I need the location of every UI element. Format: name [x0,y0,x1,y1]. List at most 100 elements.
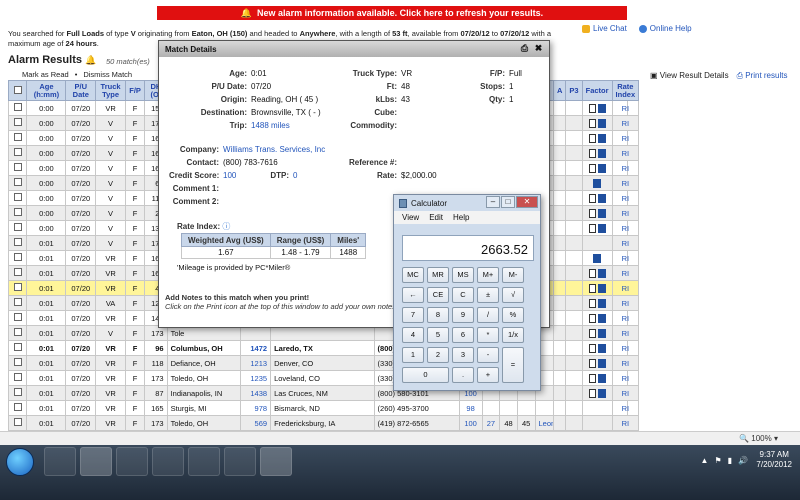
company-link[interactable]: Williams Trans. Services, Inc [223,145,325,154]
document-icon[interactable] [588,148,596,158]
row-checkbox[interactable] [13,178,22,186]
trip-link[interactable]: 1488 miles [251,121,290,130]
rate-index-link[interactable]: RI [611,325,640,341]
calc-key[interactable]: + [477,367,499,383]
mark-read-link[interactable]: Mark as Read [22,70,69,79]
rate-index-link[interactable]: RI [611,250,640,266]
truck-header[interactable]: Truck Type [95,80,126,101]
start-button[interactable] [6,448,34,476]
calc-key[interactable]: 7 [402,307,424,323]
pu-header[interactable]: P/U Date [65,80,97,101]
user-icon[interactable] [597,133,606,143]
row-checkbox[interactable] [13,283,22,291]
document-icon[interactable] [588,208,596,218]
calc-key[interactable]: / [477,307,499,323]
document-icon[interactable] [588,118,596,128]
dismiss-match-link[interactable]: Dismiss Match [83,70,132,79]
row-checkbox[interactable] [13,148,22,156]
chrome-icon[interactable] [116,447,148,476]
print-results-link[interactable]: ⎙ Print results [737,71,788,81]
signal-icon[interactable]: ▮ [728,456,732,465]
rate-index-link[interactable]: RI [611,100,640,116]
online-help-link[interactable]: Online Help [638,24,692,33]
info-icon[interactable]: ⓘ [222,222,230,231]
internet-explorer-icon[interactable] [80,447,112,476]
row-checkbox[interactable] [13,163,22,171]
row-checkbox[interactable] [13,103,22,111]
document-icon[interactable] [588,343,596,353]
maximize-icon[interactable]: □ [501,196,515,208]
user-icon[interactable] [597,148,606,158]
document-icon[interactable] [588,328,596,338]
rate-index-link[interactable]: RI [611,295,640,311]
rate-index-link[interactable]: RI [611,370,640,386]
user-icon[interactable] [597,388,606,398]
row-checkbox[interactable] [13,268,22,276]
document-icon[interactable] [588,298,596,308]
rate-index-link[interactable]: RI [611,115,640,131]
calc-key[interactable]: 2 [427,347,449,363]
user-icon[interactable] [597,328,606,338]
document-icon[interactable] [588,388,596,398]
calc-key[interactable]: M- [502,267,524,283]
calc-key[interactable]: 9 [452,307,474,323]
rate-index-link[interactable]: RI [611,145,640,161]
row-checkbox[interactable] [13,358,22,366]
document-icon[interactable] [588,373,596,383]
calc-key[interactable]: - [477,347,499,363]
user-icon[interactable] [597,208,606,218]
user-icon[interactable] [593,178,602,188]
calc-key[interactable]: 1 [402,347,424,363]
calc-key[interactable]: ± [477,287,499,303]
document-icon[interactable] [588,283,596,293]
rate-index-link[interactable]: RI [611,175,640,191]
calc-key[interactable]: 3 [452,347,474,363]
row-checkbox[interactable] [13,208,22,216]
calc-key[interactable]: 4 [402,327,424,343]
table-row[interactable]: 0:01 07/20 VR F 165 Sturgis, MI 978 Bismarck, N… [7,400,629,416]
rate-index-link[interactable]: RI [611,190,640,206]
calc-key[interactable]: % [502,307,524,323]
row-checkbox[interactable] [13,133,22,141]
rate-index-link[interactable]: RI [611,340,640,356]
alert-bar[interactable]: 🔔 New alarm information available. Click… [157,6,627,20]
user-icon[interactable] [597,193,606,203]
row-checkbox[interactable] [13,313,22,321]
rate-index-link[interactable]: RI [611,205,640,221]
rate-index-link[interactable]: RI [611,280,640,296]
rate-index-link[interactable]: RI [611,265,640,281]
flag-icon[interactable]: ⚑ [714,456,721,465]
zoom-control[interactable]: 🔍 100% ▾ [739,434,778,443]
document-icon[interactable] [588,358,596,368]
user-icon[interactable] [597,118,606,128]
user-icon[interactable] [597,358,606,368]
user-icon[interactable] [597,163,606,173]
clock[interactable]: 9:37 AM 7/20/2012 [756,450,792,470]
view-details-link[interactable]: ▣ View Result Details [650,71,729,81]
row-checkbox[interactable] [13,193,22,201]
media-player-icon[interactable] [44,447,76,476]
user-icon[interactable] [597,103,606,113]
rate-index-link[interactable]: RI [611,235,640,251]
calculator-titlebar[interactable]: Calculator – □ ✕ [394,195,540,211]
rate-index-link[interactable]: RI [611,400,640,416]
calc-key[interactable]: . [452,367,474,383]
document-icon[interactable] [588,268,596,278]
user-icon[interactable] [597,343,606,353]
live-chat-link[interactable]: Live Chat [582,24,627,33]
menu-edit[interactable]: Edit [429,213,443,222]
select-all-header[interactable] [7,80,28,101]
row-checkbox[interactable] [13,223,22,231]
user-icon[interactable] [593,253,602,263]
document-icon[interactable] [588,103,596,113]
calc-key[interactable]: C [452,287,474,303]
dialog-titlebar[interactable]: Match Details ⎙ ✖ [159,41,549,57]
row-checkbox[interactable] [13,253,22,261]
row-checkbox[interactable] [13,343,22,351]
user-icon[interactable] [597,283,606,293]
table-row[interactable]: 0:01 07/20 VR F 173 Toledo, OH 569 Fredericksbu… [7,415,629,431]
calc-key[interactable]: ← [402,287,424,303]
calc-key[interactable]: 5 [427,327,449,343]
user-icon[interactable] [597,223,606,233]
menu-help[interactable]: Help [453,213,469,222]
